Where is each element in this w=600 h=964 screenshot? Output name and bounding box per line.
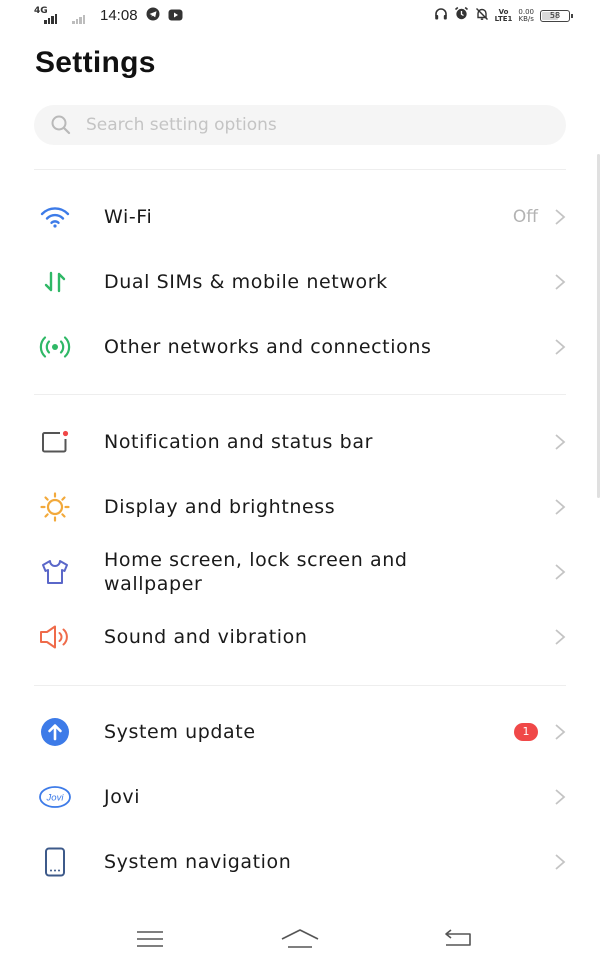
- settings-item-sound[interactable]: Sound and vibration: [0, 605, 600, 669]
- settings-item-system-navigation[interactable]: System navigation: [0, 830, 600, 894]
- status-bar: 4G 14:08 Vo LTE1 0.00 KB/s 58: [0, 0, 600, 34]
- signal-sim2-icon: [70, 8, 92, 24]
- settings-item-label: Sound and vibration: [104, 626, 308, 648]
- settings-item-label: Jovi: [104, 786, 141, 808]
- chevron-right-icon: [555, 629, 566, 645]
- chevron-right-icon: [555, 434, 566, 450]
- mute-icon: [475, 6, 489, 25]
- mobile-network-icon: [38, 265, 72, 299]
- settings-item-dual-sims[interactable]: Dual SIMs & mobile network: [0, 250, 600, 314]
- settings-item-other-networks[interactable]: Other networks and connections: [0, 315, 600, 379]
- chevron-right-icon: [555, 789, 566, 805]
- home-button[interactable]: [280, 924, 320, 954]
- back-icon: [445, 929, 471, 946]
- settings-item-display[interactable]: Display and brightness: [0, 475, 600, 539]
- back-button[interactable]: [438, 924, 478, 954]
- menu-button[interactable]: [130, 924, 170, 954]
- settings-item-label: System update: [104, 721, 256, 743]
- chevron-right-icon: [555, 854, 566, 870]
- battery-level: 58: [549, 10, 561, 20]
- wifi-icon: [38, 200, 72, 234]
- notification-icon: [38, 425, 72, 459]
- menu-icon: [137, 931, 163, 947]
- chevron-right-icon: [555, 339, 566, 355]
- chevron-right-icon: [555, 499, 566, 515]
- signal-sim1-icon: 4G: [34, 6, 62, 24]
- chevron-right-icon: [555, 209, 566, 225]
- youtube-icon: [168, 6, 183, 25]
- wifi-status-value: Off: [512, 207, 538, 227]
- divider: [34, 169, 566, 170]
- settings-item-wifi[interactable]: Wi-Fi Off: [0, 185, 600, 249]
- home-icon: [281, 929, 319, 948]
- search-input[interactable]: [86, 115, 526, 135]
- settings-item-label: Dual SIMs & mobile network: [104, 271, 388, 293]
- brightness-icon: [38, 490, 72, 524]
- battery-icon: 58: [540, 9, 573, 22]
- chevron-right-icon: [555, 274, 566, 290]
- settings-item-label: Other networks and connections: [104, 336, 432, 358]
- divider: [34, 394, 566, 395]
- volte-indicator: Vo LTE1: [494, 7, 513, 23]
- system-navigation-icon: [38, 845, 72, 879]
- settings-item-notification[interactable]: Notification and status bar: [0, 410, 600, 474]
- svg-text:Jovi: Jovi: [46, 793, 65, 804]
- network-speed: 0.00 KB/s: [518, 7, 534, 23]
- page-title: Settings: [35, 46, 156, 79]
- wallpaper-icon: [38, 555, 72, 589]
- settings-item-label: Wi-Fi: [104, 206, 153, 228]
- search-icon: [51, 115, 71, 135]
- sound-icon: [38, 620, 72, 654]
- settings-item-label: Home screen, lock screen and wallpaper: [104, 549, 408, 595]
- status-time: 14:08: [100, 7, 138, 24]
- settings-item-label: System navigation: [104, 851, 292, 873]
- headphones-icon: [434, 6, 448, 25]
- search-bar[interactable]: [34, 105, 566, 145]
- connections-icon: [38, 330, 72, 364]
- settings-item-jovi[interactable]: Jovi Jovi: [0, 765, 600, 829]
- chevron-right-icon: [555, 724, 566, 740]
- telegram-icon: [146, 6, 160, 25]
- settings-item-system-update[interactable]: System update 1: [0, 700, 600, 764]
- status-left: 4G 14:08: [34, 6, 183, 25]
- status-right: Vo LTE1 0.00 KB/s 58: [434, 6, 573, 25]
- system-update-icon: [38, 715, 72, 749]
- settings-item-home-screen[interactable]: Home screen, lock screen and wallpaper: [0, 540, 600, 604]
- settings-item-label: Notification and status bar: [104, 431, 373, 453]
- alarm-icon: [454, 6, 469, 25]
- jovi-icon: Jovi: [38, 780, 72, 814]
- divider: [34, 685, 566, 686]
- update-count-badge: 1: [514, 723, 538, 741]
- navigation-bar: [0, 916, 600, 964]
- settings-item-label: Display and brightness: [104, 496, 336, 518]
- chevron-right-icon: [555, 564, 566, 580]
